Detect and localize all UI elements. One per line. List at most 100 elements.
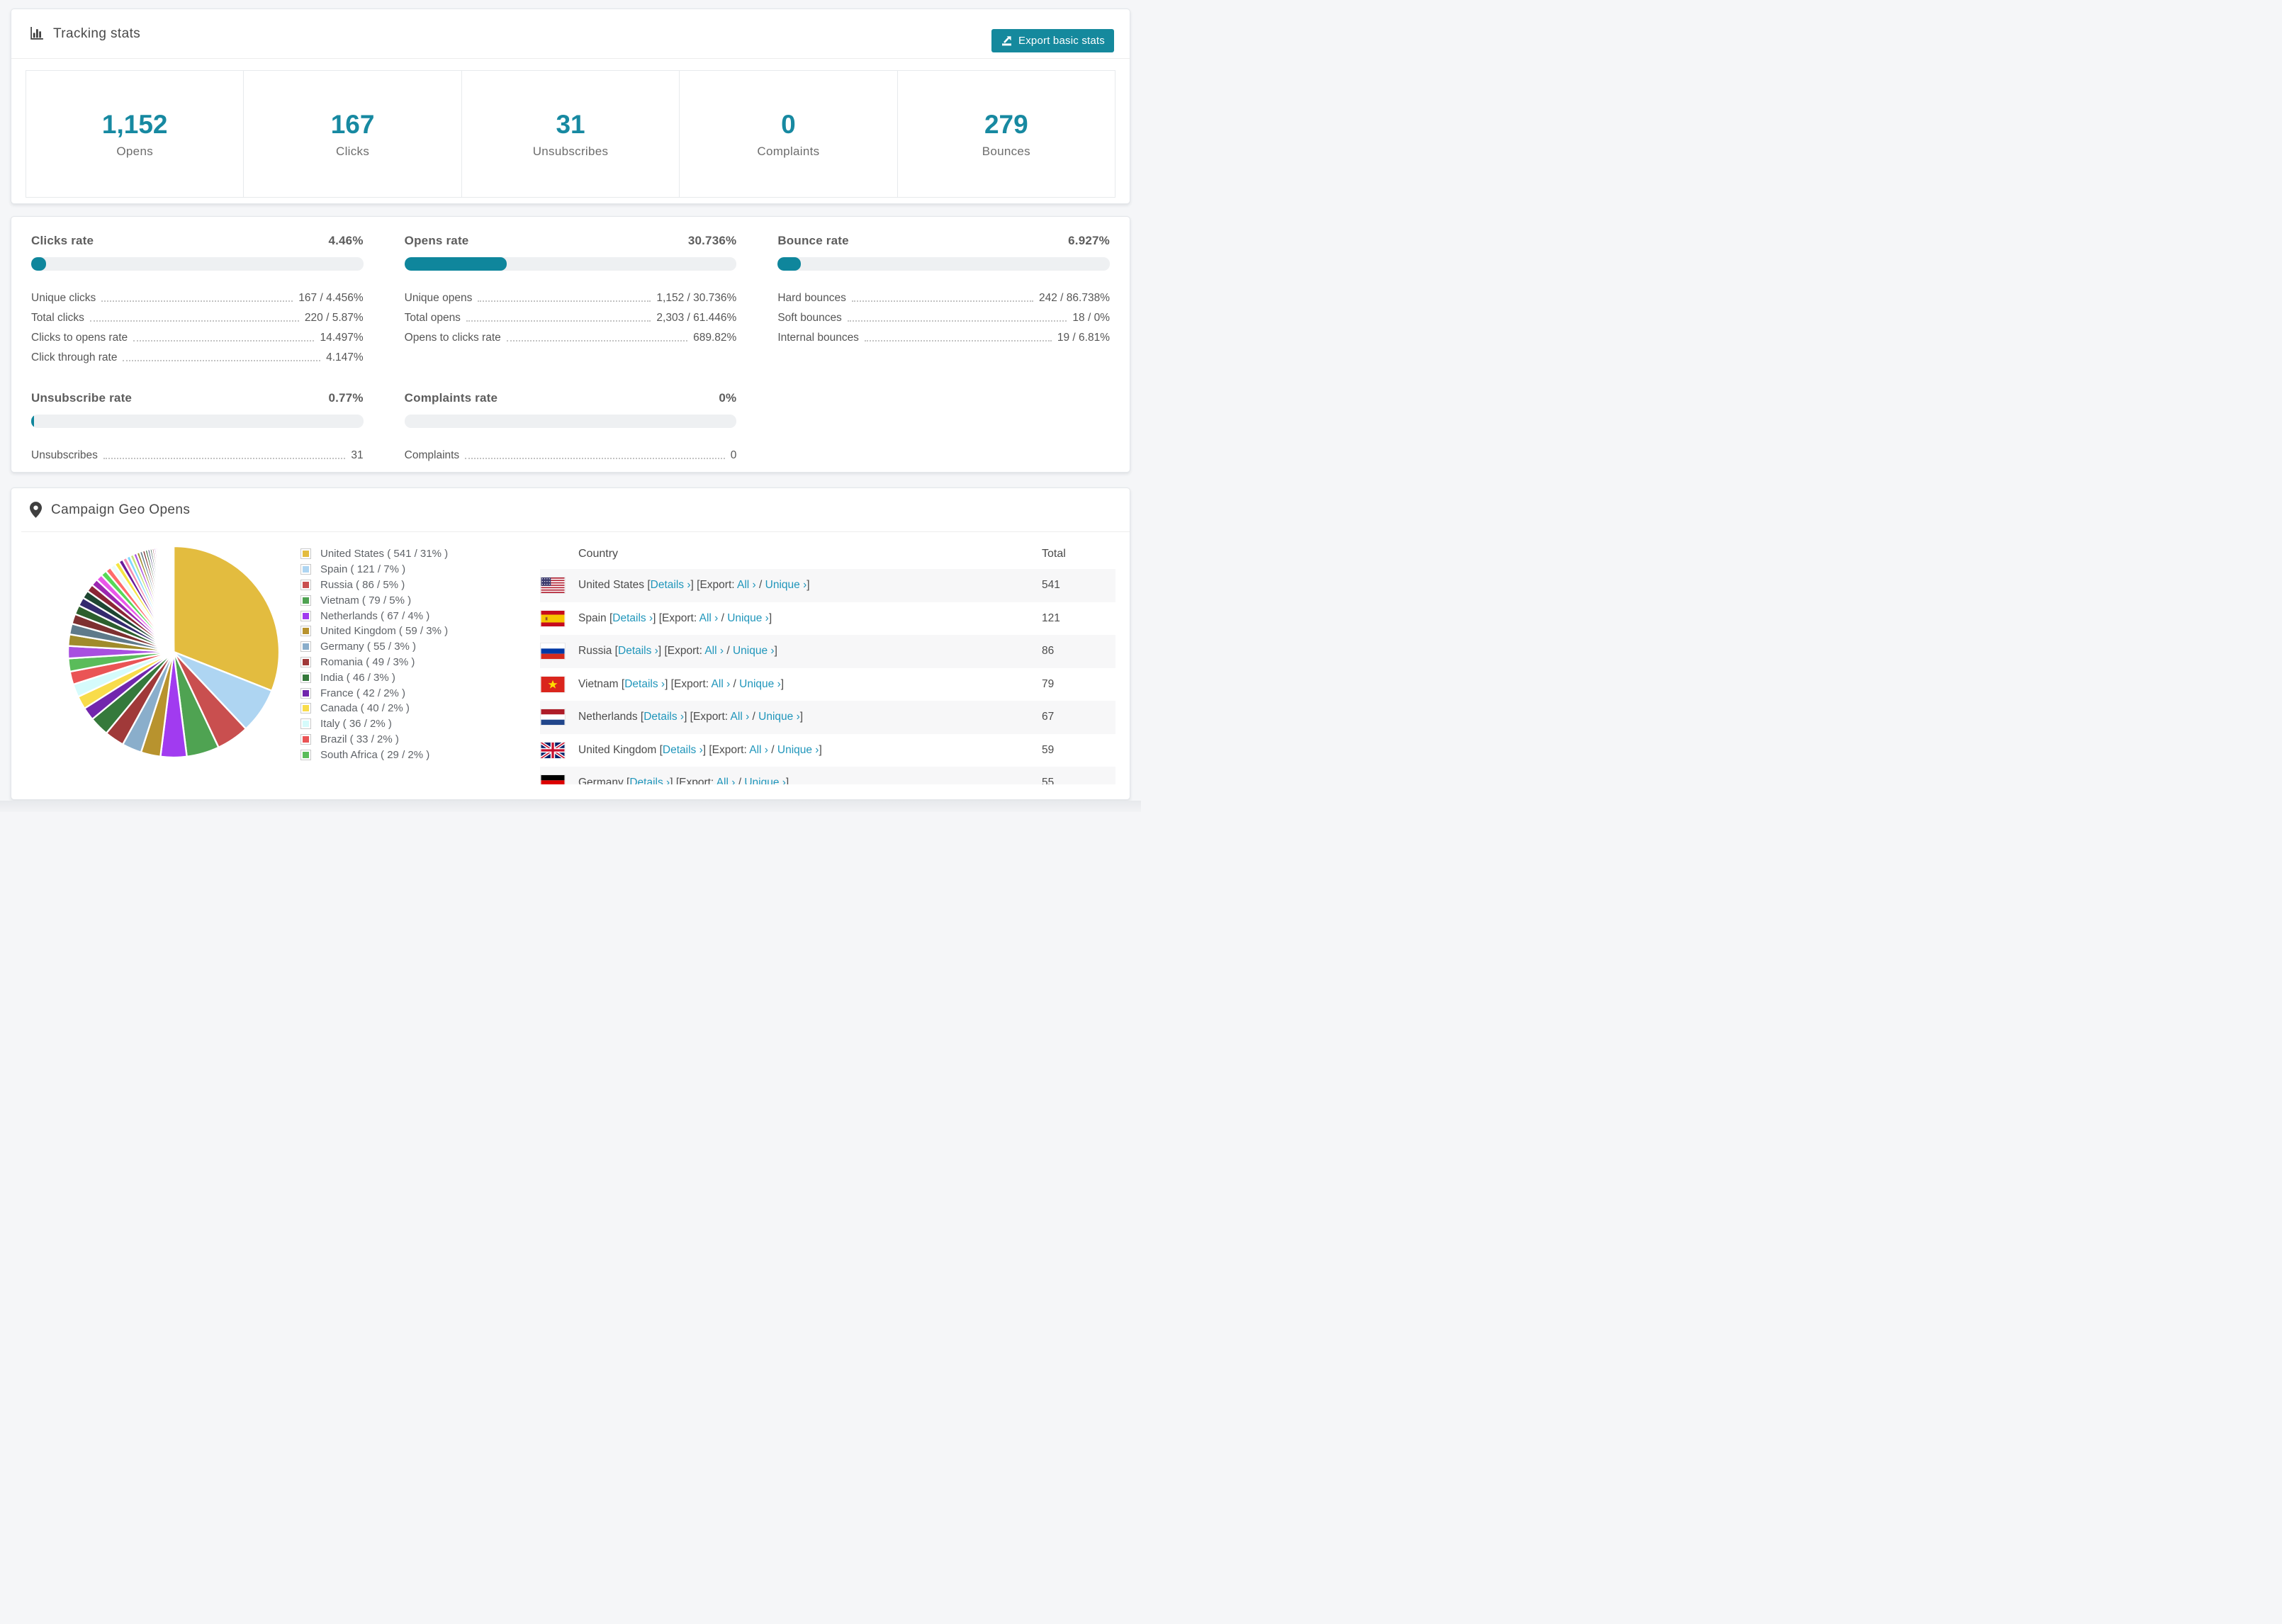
rate-rows: Unique clicks 167 / 4.456% Total clicks 220… (31, 285, 364, 364)
rate-rows: Hard bounces 242 / 86.738% Soft bounces 18 … (777, 285, 1110, 344)
rate-row-value: 1,152 / 30.736% (656, 292, 737, 304)
us-flag-icon (541, 577, 565, 594)
export-all-link[interactable]: All › (749, 744, 768, 756)
rate-row-label: Unsubscribes (31, 449, 98, 461)
geo-title: Campaign Geo Opens (51, 502, 191, 517)
dotted-leader (123, 360, 321, 361)
details-link[interactable]: Details › (643, 711, 684, 723)
details-link[interactable]: Details › (624, 678, 665, 690)
rate-row: Unique opens 1,152 / 30.736% (405, 285, 737, 305)
legend-swatch (300, 718, 311, 730)
geo-pie-chart (30, 539, 300, 784)
legend-label: United Kingdom ( 59 / 3% ) (320, 625, 449, 638)
export-unique-link[interactable]: Unique › (739, 678, 781, 690)
flag-cell (540, 701, 578, 734)
rate-block: Unsubscribe rate 0.77% Unsubscribes 31 (31, 391, 364, 462)
export-all-link[interactable]: All › (699, 612, 719, 624)
rate-row: Total clicks 220 / 5.87% (31, 305, 364, 325)
rate-block: Opens rate 30.736% Unique opens 1,152 / 30.… (404, 234, 737, 364)
export-basic-stats-button[interactable]: Export basic stats (991, 29, 1114, 52)
rate-progress-track (777, 257, 1110, 271)
legend-item: Brazil ( 33 / 2% ) (300, 732, 540, 748)
nl-flag-icon (541, 709, 565, 726)
country-cell: Russia [Details ›] [Export: All › / Uniq… (578, 645, 777, 658)
country-cell: United States [Details ›] [Export: All ›… (578, 579, 810, 592)
rate-value: 30.736% (687, 234, 737, 247)
total-cell: 79 (1042, 677, 1055, 690)
country-name: Spain [ (578, 611, 613, 624)
country-name: Germany [ (578, 777, 630, 784)
rates-grid: Clicks rate 4.46% Unique clicks 167 / 4.456… (31, 234, 1110, 462)
legend-swatch (300, 610, 311, 621)
rate-row-label: Unique clicks (31, 292, 96, 304)
rate-row-value: 18 / 0% (1072, 312, 1110, 324)
rate-rows: Unique opens 1,152 / 30.736% Total opens 2,… (405, 285, 737, 344)
export-unique-link[interactable]: Unique › (758, 711, 800, 723)
de-flag-icon (541, 775, 565, 784)
export-all-link[interactable]: All › (716, 777, 736, 784)
export-unique-link[interactable]: Unique › (733, 645, 775, 657)
stat-label: Clicks (336, 144, 370, 158)
rate-progress-track (31, 415, 364, 428)
gb-flag-icon (541, 742, 565, 758)
legend-swatch (300, 687, 311, 699)
legend-swatch (300, 703, 311, 714)
rate-row-label: Soft bounces (777, 312, 842, 324)
vn-flag-icon (541, 676, 565, 692)
stats-summary-row: 1,152 Opens 167 Clicks 31 Unsubscribes 0 Compla… (26, 70, 1115, 198)
country-cell: Vietnam [Details ›] [Export: All › / Uni… (578, 677, 785, 690)
rate-row: Internal bounces 19 / 6.81% (777, 325, 1110, 344)
rate-row: Clicks to opens rate 14.497% (31, 325, 364, 344)
rate-row-label: Hard bounces (777, 292, 846, 304)
export-all-link[interactable]: All › (731, 711, 750, 723)
tracking-stats-card: Tracking stats Export basic stats 1,152 O… (11, 9, 1130, 204)
export-unique-link[interactable]: Unique › (777, 744, 819, 756)
stat-label: Unsubscribes (532, 144, 609, 158)
export-unique-link[interactable]: Unique › (727, 612, 769, 624)
legend-swatch (300, 548, 311, 560)
rate-row: Opens to clicks rate 689.82% (405, 325, 737, 344)
details-link[interactable]: Details › (612, 612, 653, 624)
dotted-leader (89, 320, 299, 322)
dotted-leader (133, 340, 315, 342)
stat-cell: 1,152 Opens (26, 71, 243, 197)
flag-cell (540, 734, 578, 767)
legend-swatch (300, 733, 311, 745)
rate-row: Click through rate 4.147% (31, 344, 364, 364)
legend-label: Russia ( 86 / 5% ) (320, 578, 405, 591)
rate-value: 0.77% (328, 391, 364, 405)
export-unique-link[interactable]: Unique › (744, 777, 786, 784)
rate-row: Soft bounces 18 / 0% (777, 305, 1110, 325)
country-name: Vietnam [ (578, 677, 625, 690)
details-link[interactable]: Details › (663, 744, 703, 756)
export-unique-link[interactable]: Unique › (765, 579, 807, 591)
rate-block-header: Opens rate 30.736% (405, 234, 737, 248)
legend-item: Canada ( 40 / 2% ) (300, 701, 540, 716)
details-link[interactable]: Details › (618, 645, 658, 657)
details-link[interactable]: Details › (629, 777, 670, 784)
legend-swatch (300, 626, 311, 637)
legend-item: Russia ( 86 / 5% ) (300, 577, 540, 593)
export-all-link[interactable]: All › (737, 579, 756, 591)
country-name: Netherlands [ (578, 711, 644, 723)
rate-row-label: Internal bounces (777, 332, 859, 344)
export-all-link[interactable]: All › (704, 645, 724, 657)
stat-value: 1,152 (101, 109, 168, 139)
export-all-link[interactable]: All › (712, 678, 731, 690)
stat-value: 167 (330, 109, 375, 139)
country-name: Russia [ (578, 645, 618, 658)
rate-progress-fill (404, 257, 507, 271)
rate-row: Complaints 0 (405, 442, 737, 462)
legend-item: Netherlands ( 67 / 4% ) (300, 608, 540, 624)
flag-cell (540, 602, 578, 636)
rate-row: Unsubscribes 31 (31, 442, 364, 462)
legend-item: Spain ( 121 / 7% ) (300, 562, 540, 577)
rate-row-value: 0 (730, 449, 737, 461)
details-link[interactable]: Details › (651, 579, 691, 591)
rate-value: 6.927% (1068, 234, 1110, 247)
stat-value: 0 (781, 109, 796, 139)
total-cell: 86 (1042, 645, 1055, 658)
legend-label: Italy ( 36 / 2% ) (320, 718, 392, 731)
total-cell: 59 (1042, 743, 1055, 756)
dotted-leader (466, 320, 651, 322)
